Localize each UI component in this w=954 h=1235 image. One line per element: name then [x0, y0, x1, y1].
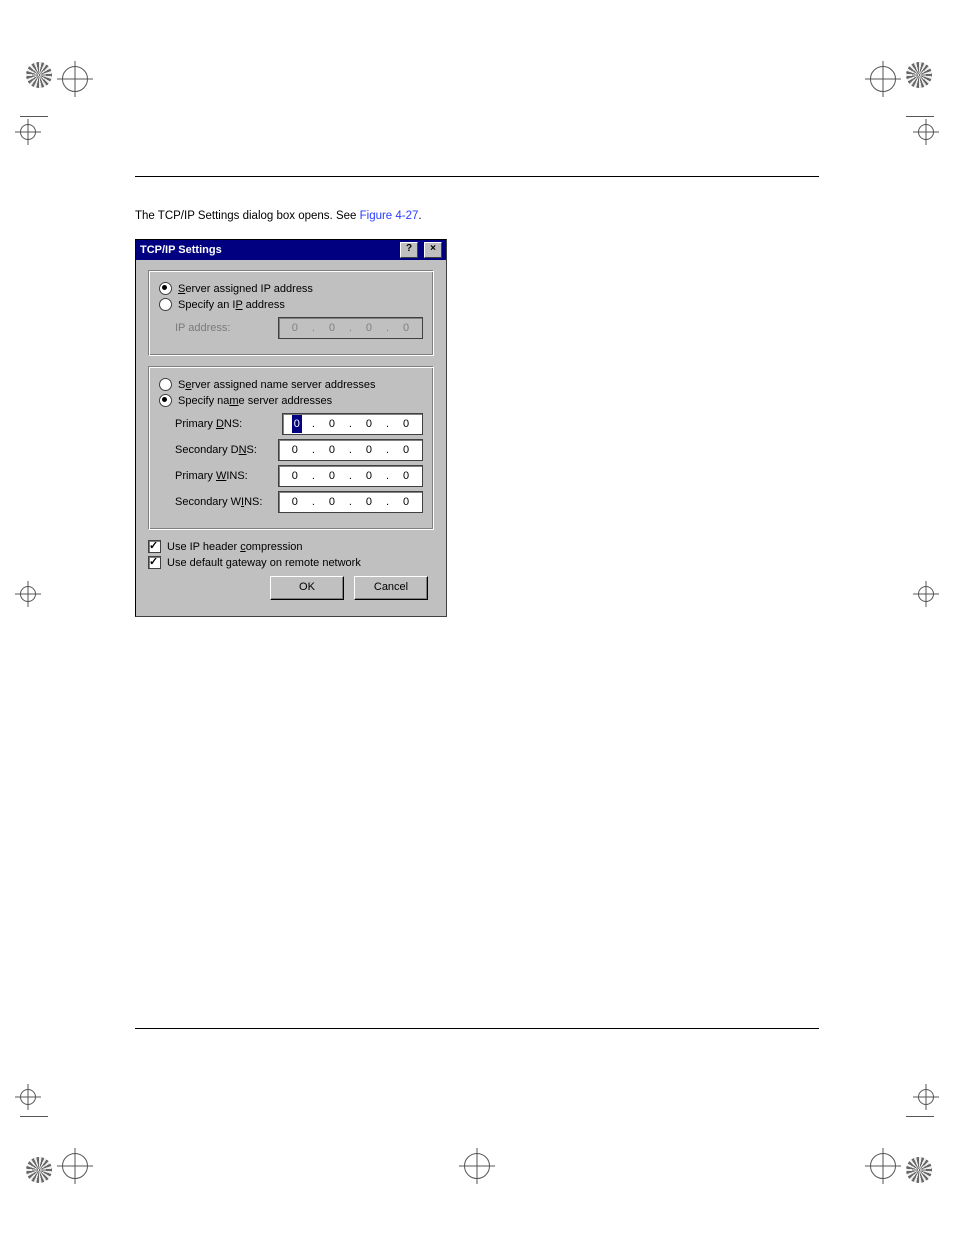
dialog-button-row: OK Cancel — [148, 572, 434, 608]
name-server-rows: Primary DNS: 0. . . Secondary DNS: — [175, 413, 423, 513]
secondary-wins-input[interactable]: . . . — [278, 491, 423, 513]
radio-specify-ns[interactable]: Specify name server addresses — [159, 394, 423, 407]
ip-octet[interactable] — [316, 492, 348, 512]
ip-octet[interactable] — [390, 414, 422, 434]
ns-label: Primary DNS: — [175, 418, 268, 430]
ip-octet — [316, 318, 348, 338]
ip-octet[interactable] — [390, 492, 422, 512]
ns-label: Primary WINS: — [175, 470, 264, 482]
crop-tick — [20, 116, 48, 117]
tcpip-settings-dialog: TCP/IP Settings ? × Server assigned IP a… — [135, 239, 447, 617]
secondary-dns-input[interactable]: . . . — [278, 439, 423, 461]
ip-address-input: . . . — [278, 317, 423, 339]
document-page: The TCP/IP Settings dialog box opens. Se… — [0, 0, 954, 1235]
ns-label: Secondary DNS: — [175, 444, 264, 456]
registration-mark-icon — [62, 1153, 88, 1179]
radio-server-assigned-ip[interactable]: Server assigned IP address — [159, 282, 423, 295]
registration-mark-icon — [20, 124, 36, 140]
secondary-dns-row: Secondary DNS: . . . — [175, 439, 423, 461]
ip-octet[interactable] — [279, 492, 311, 512]
dialog-titlebar: TCP/IP Settings ? × — [136, 240, 446, 260]
radio-server-assigned-ns[interactable]: Server assigned name server addresses — [159, 378, 423, 391]
secondary-wins-row: Secondary WINS: . . . — [175, 491, 423, 513]
ns-label: Secondary WINS: — [175, 496, 264, 508]
registration-fan-icon — [26, 1157, 52, 1183]
ip-octet[interactable] — [353, 440, 385, 460]
ip-octet — [390, 318, 422, 338]
registration-mark-icon — [20, 586, 36, 602]
crop-tick — [906, 116, 934, 117]
checkbox-icon — [148, 556, 161, 569]
radio-icon — [159, 282, 172, 295]
ip-address-label: IP address: — [175, 322, 264, 334]
primary-wins-row: Primary WINS: . . . — [175, 465, 423, 487]
ip-octet[interactable] — [316, 466, 348, 486]
close-icon: × — [430, 243, 436, 254]
primary-dns-row: Primary DNS: 0. . . — [175, 413, 423, 435]
ok-button[interactable]: OK — [270, 576, 344, 600]
ip-octet[interactable] — [353, 492, 385, 512]
ip-octet[interactable] — [279, 466, 311, 486]
registration-mark-icon — [918, 1089, 934, 1105]
registration-fan-icon — [906, 62, 932, 88]
ip-octet[interactable] — [353, 414, 385, 434]
radio-icon — [159, 298, 172, 311]
ip-octet[interactable]: 0 — [283, 415, 311, 433]
ip-address-group: Server assigned IP address Specify an IP… — [148, 270, 434, 356]
ip-octet — [279, 318, 311, 338]
registration-mark-icon — [870, 66, 896, 92]
registration-fan-icon — [906, 1157, 932, 1183]
registration-mark-icon — [20, 1089, 36, 1105]
dialog-body: Server assigned IP address Specify an IP… — [136, 260, 446, 616]
registration-mark-icon — [870, 1153, 896, 1179]
crop-tick — [906, 1116, 934, 1117]
radio-specify-ip[interactable]: Specify an IP address — [159, 298, 423, 311]
primary-wins-input[interactable]: . . . — [278, 465, 423, 487]
radio-icon — [159, 394, 172, 407]
ip-octet[interactable] — [316, 440, 348, 460]
ip-octet[interactable] — [316, 414, 348, 434]
ip-octet[interactable] — [390, 440, 422, 460]
page-content-frame: The TCP/IP Settings dialog box opens. Se… — [135, 160, 819, 1045]
ip-octet[interactable] — [279, 440, 311, 460]
checkbox-ip-header-compression[interactable]: Use IP header compression — [148, 540, 434, 553]
dialog-title: TCP/IP Settings — [140, 244, 222, 256]
help-icon: ? — [406, 243, 412, 254]
crop-tick — [20, 1116, 48, 1117]
checkbox-default-gateway[interactable]: Use default gateway on remote network — [148, 556, 434, 569]
checkbox-icon — [148, 540, 161, 553]
ip-octet[interactable] — [390, 466, 422, 486]
registration-fan-icon — [26, 62, 52, 88]
registration-mark-icon — [464, 1153, 490, 1179]
close-button[interactable]: × — [424, 242, 442, 258]
name-server-group: Server assigned name server addresses Sp… — [148, 366, 434, 530]
registration-mark-icon — [62, 66, 88, 92]
help-button[interactable]: ? — [400, 242, 418, 258]
primary-dns-input[interactable]: 0. . . — [282, 413, 423, 435]
instruction-text: The TCP/IP Settings dialog box opens. Se… — [135, 208, 815, 225]
radio-icon — [159, 378, 172, 391]
registration-mark-icon — [918, 586, 934, 602]
cancel-button[interactable]: Cancel — [354, 576, 428, 600]
figure-reference-link[interactable]: Figure 4-27 — [360, 210, 419, 222]
ip-octet — [353, 318, 385, 338]
ip-octet[interactable] — [353, 466, 385, 486]
registration-mark-icon — [918, 124, 934, 140]
